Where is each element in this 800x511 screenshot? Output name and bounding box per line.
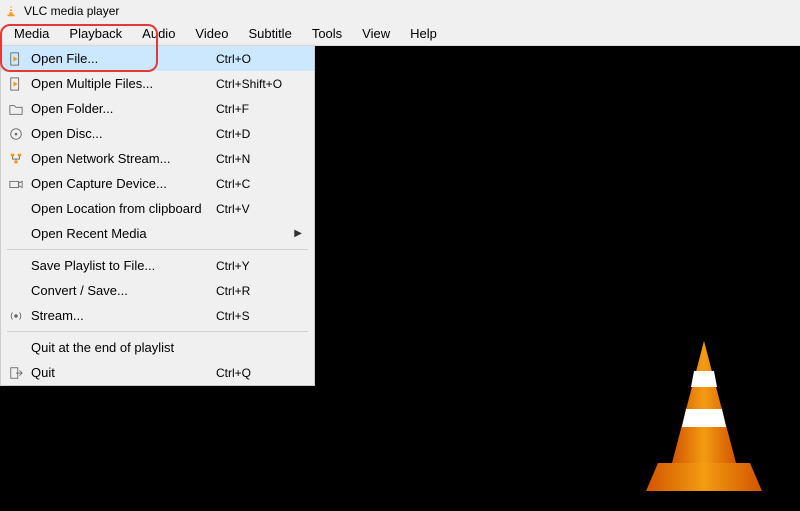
menu-view[interactable]: View (352, 23, 400, 44)
menuitem-quit-at-the-end-of-playlist[interactable]: Quit at the end of playlist (1, 335, 314, 360)
menuitem-shortcut: Ctrl+Y (216, 259, 302, 273)
blank-icon (7, 225, 25, 243)
menuitem-label: Open File... (31, 51, 216, 66)
menuitem-shortcut: Ctrl+C (216, 177, 302, 191)
menu-subtitle[interactable]: Subtitle (238, 23, 301, 44)
menu-tools[interactable]: Tools (302, 23, 352, 44)
quit-icon (7, 364, 25, 382)
menuitem-open-location-from-clipboard[interactable]: Open Location from clipboardCtrl+V (1, 196, 314, 221)
menubar: MediaPlaybackAudioVideoSubtitleToolsView… (0, 22, 800, 46)
menuitem-label: Quit (31, 365, 216, 380)
menuitem-shortcut: Ctrl+S (216, 309, 302, 323)
menuitem-open-network-stream[interactable]: Open Network Stream...Ctrl+N (1, 146, 314, 171)
menuitem-label: Stream... (31, 308, 216, 323)
blank-icon (7, 257, 25, 275)
menu-separator (7, 249, 308, 250)
menuitem-label: Open Network Stream... (31, 151, 216, 166)
menuitem-label: Save Playlist to File... (31, 258, 216, 273)
menu-help[interactable]: Help (400, 23, 447, 44)
chevron-right-icon: ▶ (294, 228, 302, 239)
menuitem-shortcut: Ctrl+F (216, 102, 302, 116)
window-title: VLC media player (24, 4, 119, 18)
menuitem-quit[interactable]: QuitCtrl+Q (1, 360, 314, 385)
menuitem-shortcut: Ctrl+V (216, 202, 302, 216)
blank-icon (7, 339, 25, 357)
menuitem-convert-save[interactable]: Convert / Save...Ctrl+R (1, 278, 314, 303)
menu-playback[interactable]: Playback (59, 23, 132, 44)
disc-icon (7, 125, 25, 143)
media-menu-dropdown: Open File...Ctrl+OOpen Multiple Files...… (0, 46, 315, 386)
file-play-icon (7, 75, 25, 93)
network-icon (7, 150, 25, 168)
blank-icon (7, 200, 25, 218)
menuitem-save-playlist-to-file[interactable]: Save Playlist to File...Ctrl+Y (1, 253, 314, 278)
vlc-cone-icon (4, 4, 18, 18)
menuitem-label: Open Multiple Files... (31, 76, 216, 91)
menuitem-shortcut: Ctrl+R (216, 284, 302, 298)
menuitem-label: Open Folder... (31, 101, 216, 116)
menu-audio[interactable]: Audio (132, 23, 185, 44)
menuitem-stream[interactable]: Stream...Ctrl+S (1, 303, 314, 328)
menuitem-label: Convert / Save... (31, 283, 216, 298)
menuitem-label: Open Capture Device... (31, 176, 216, 191)
menuitem-shortcut: Ctrl+O (216, 52, 302, 66)
menuitem-label: Open Recent Media (31, 226, 202, 241)
menuitem-shortcut: Ctrl+D (216, 127, 302, 141)
file-play-icon (7, 50, 25, 68)
stream-icon (7, 307, 25, 325)
capture-icon (7, 175, 25, 193)
titlebar: VLC media player (0, 0, 800, 22)
menuitem-open-disc[interactable]: Open Disc...Ctrl+D (1, 121, 314, 146)
folder-icon (7, 100, 25, 118)
menu-media[interactable]: Media (4, 23, 59, 44)
vlc-logo-icon (644, 341, 764, 491)
menuitem-open-recent-media[interactable]: Open Recent Media ▶ (1, 221, 314, 246)
menuitem-open-multiple-files[interactable]: Open Multiple Files...Ctrl+Shift+O (1, 71, 314, 96)
menuitem-label: Open Location from clipboard (31, 201, 216, 216)
menuitem-label: Open Disc... (31, 126, 216, 141)
menu-separator (7, 331, 308, 332)
menuitem-open-folder[interactable]: Open Folder...Ctrl+F (1, 96, 314, 121)
menu-video[interactable]: Video (185, 23, 238, 44)
menuitem-label: Quit at the end of playlist (31, 340, 216, 355)
menuitem-shortcut: Ctrl+Shift+O (216, 77, 302, 91)
menuitem-shortcut: Ctrl+Q (216, 366, 302, 380)
menuitem-open-file[interactable]: Open File...Ctrl+O (1, 46, 314, 71)
menuitem-shortcut: Ctrl+N (216, 152, 302, 166)
blank-icon (7, 282, 25, 300)
menuitem-open-capture-device[interactable]: Open Capture Device...Ctrl+C (1, 171, 314, 196)
